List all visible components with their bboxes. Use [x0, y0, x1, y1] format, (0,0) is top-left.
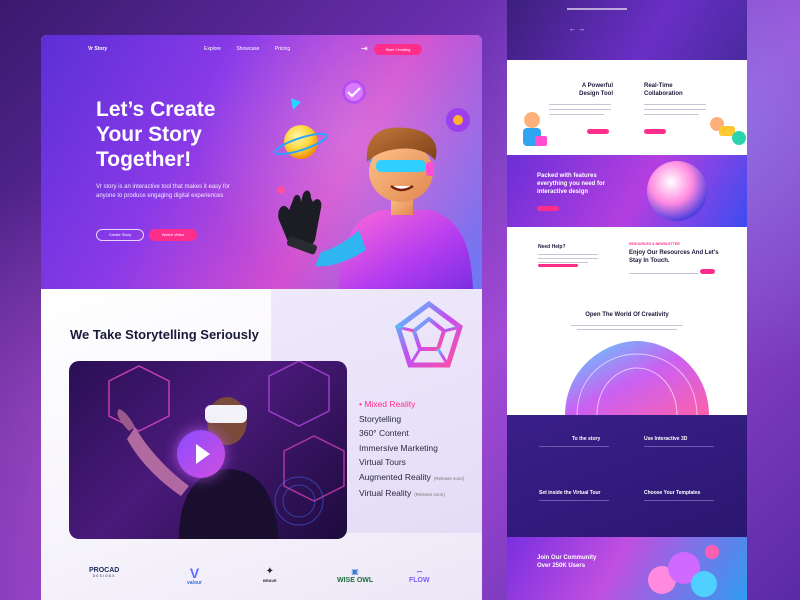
- feature-item-mixed-reality[interactable]: Mixed Reality: [359, 397, 464, 412]
- email-input[interactable]: [629, 273, 699, 275]
- feature-item-storytelling[interactable]: Storytelling: [359, 412, 464, 427]
- nav-link-pricing[interactable]: Pricing: [275, 46, 290, 52]
- watch-video-button[interactable]: Watch Video: [149, 229, 197, 241]
- hero-section: Vr Story Explore Showcase Pricing ⇥ Star…: [41, 35, 482, 289]
- hero-title-line-3: Together!: [96, 148, 192, 171]
- creativity-title: Open The World Of Creativity: [585, 312, 669, 318]
- logo-wise-owl: ▣ WISE OWL: [337, 567, 374, 584]
- logo-brave: ✦ BRAVE: [263, 566, 277, 584]
- newsletter-section: Need Help? RESOURCES & NEWSLETTER Enjoy …: [507, 227, 747, 300]
- geodesic-dome-illustration: [565, 341, 709, 415]
- newsletter-subtitle: RESOURCES & NEWSLETTER: [629, 242, 680, 246]
- dotted-sphere-illustration: [647, 161, 707, 221]
- contact-link[interactable]: [538, 264, 578, 267]
- feature-item-virtual-tours[interactable]: Virtual Tours: [359, 455, 464, 470]
- play-button[interactable]: [177, 430, 225, 478]
- card2-button[interactable]: [644, 129, 666, 134]
- character-illustration: [523, 112, 547, 146]
- community-title: Join Our Community Over 250K Users: [537, 555, 597, 569]
- creativity-section: Open The World Of Creativity: [507, 300, 747, 415]
- flying-character-illustration: [710, 117, 746, 145]
- partner-logos: PROCAD DESIGNS V valour ✦ BRAVE ▣ WISE OW…: [41, 565, 482, 597]
- hero-description: Vr story is an interactive tool that mak…: [96, 184, 230, 199]
- logo-flow: ∽ FLOW: [409, 567, 430, 584]
- need-help-title: Need Help?: [538, 244, 566, 250]
- features-banner: Packed with features everything you need…: [507, 155, 747, 227]
- gear-icon: [446, 108, 470, 132]
- triangle-icon: [291, 98, 301, 110]
- release-soon-tag: (Release soon): [433, 475, 465, 481]
- newsletter-title: Enjoy Our Resources And Let's Stay In To…: [629, 250, 719, 264]
- step-templates: Choose Your Templates: [644, 490, 701, 496]
- nav-links: Explore Showcase Pricing: [204, 46, 304, 52]
- start-creating-button[interactable]: Start Creating: [374, 44, 422, 55]
- card-title-design-tool: A Powerful Design Tool: [579, 83, 613, 97]
- feature-cards: A Powerful Design Tool Real-Time Collabo…: [507, 60, 747, 155]
- hero-title: Let’s Create Your Story Together!: [96, 97, 276, 172]
- step-virtual-tour: Set inside the Virtual Tour: [539, 490, 601, 496]
- landing-page-mockup-long: ← → A Powerful Design Tool Real-Time Col…: [507, 0, 747, 600]
- logo-procad: PROCAD DESIGNS: [89, 567, 120, 578]
- brand-logo[interactable]: Vr Story: [88, 46, 107, 52]
- bubbles-illustration: [648, 545, 719, 597]
- planet-icon: [274, 125, 328, 159]
- nav-link-explore[interactable]: Explore: [204, 46, 221, 52]
- step-interactive-3d: Use Interactive 3D: [644, 436, 688, 442]
- storytelling-title: We Take Storytelling Seriously: [70, 327, 259, 342]
- feature-item-immersive-marketing[interactable]: Immersive Marketing: [359, 441, 464, 456]
- step-to-the-story: To the story: [572, 436, 601, 442]
- dot-icon: [277, 186, 285, 194]
- hero-title-line-2: Your Story: [96, 123, 202, 146]
- glove-hand-icon: [278, 190, 322, 255]
- feature-list: Mixed Reality Storytelling 360° Content …: [359, 397, 464, 503]
- landing-page-mockup: Vr Story Explore Showcase Pricing ⇥ Star…: [41, 35, 482, 600]
- storytelling-section: We Take Storytelling Seriously • Mixed R…: [41, 289, 482, 600]
- login-icon[interactable]: ⇥: [361, 44, 368, 53]
- logo-valour: V valour: [187, 565, 203, 586]
- feature-item-360-content[interactable]: 360° Content: [359, 426, 464, 441]
- feature-item-augmented-reality[interactable]: Augmented Reality (Release soon): [359, 470, 464, 487]
- create-story-button[interactable]: Create Story: [96, 229, 144, 241]
- right-top-section: ← →: [507, 0, 747, 60]
- card-title-collaboration: Real-Time Collaboration: [644, 83, 683, 97]
- check-badge-icon: [342, 80, 366, 104]
- carousel-arrows[interactable]: ← →: [569, 26, 585, 33]
- nav-link-showcase[interactable]: Showcase: [236, 46, 259, 52]
- card1-button[interactable]: [587, 129, 609, 134]
- subscribe-button[interactable]: [700, 269, 715, 274]
- feature-item-virtual-reality[interactable]: Virtual Reality (Release soon): [359, 486, 464, 503]
- hero-title-line-1: Let’s Create: [96, 98, 216, 121]
- features-button[interactable]: [537, 206, 559, 211]
- community-section: Join Our Community Over 250K Users: [507, 537, 747, 600]
- video-player[interactable]: [69, 361, 347, 539]
- top-nav: Vr Story Explore Showcase Pricing ⇥ Star…: [41, 43, 482, 57]
- features-banner-text: Packed with features everything you need…: [537, 173, 606, 195]
- release-soon-tag: (Release soon): [414, 492, 445, 497]
- dodecahedron-icon: [395, 301, 463, 368]
- how-it-works-section: To the story Use Interactive 3D Set insi…: [507, 415, 747, 537]
